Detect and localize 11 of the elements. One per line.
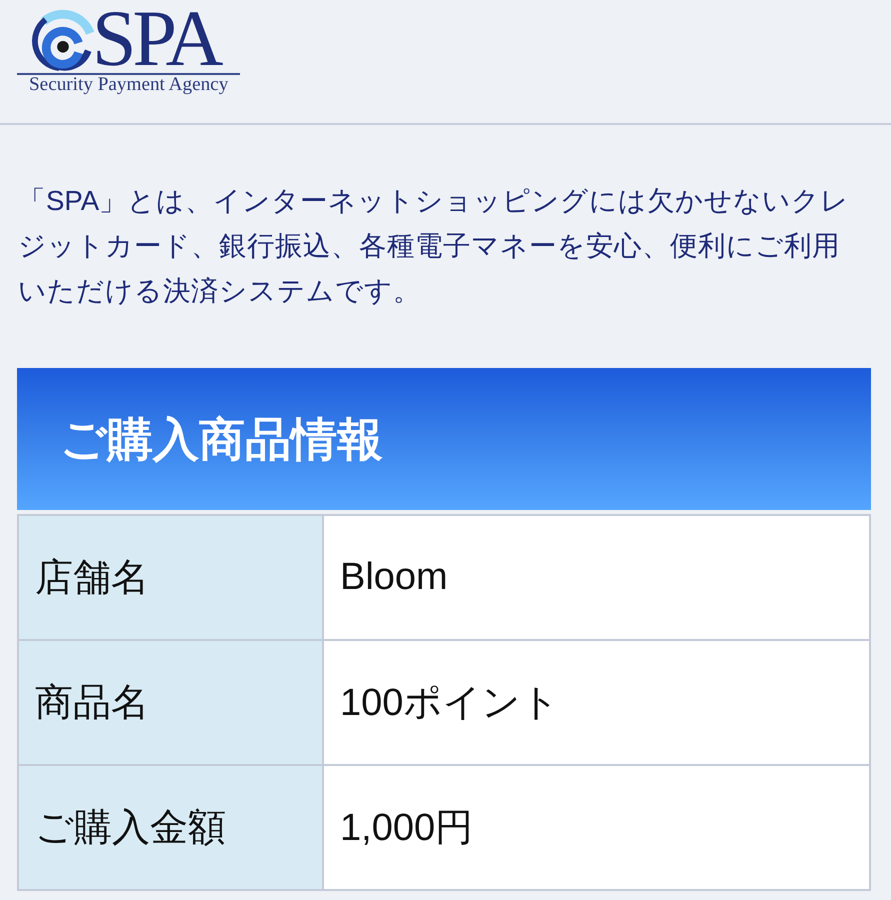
table-cell: 1,000円: [323, 765, 870, 890]
brand-name: SPA: [92, 6, 220, 72]
logo-tagline: Security Payment Agency: [29, 75, 230, 95]
logo-eye-icon: [30, 8, 94, 72]
table-cell: Bloom: [323, 515, 870, 640]
table-header-cell: 商品名: [18, 640, 323, 765]
table-header-cell: 店舗名: [18, 515, 323, 640]
table-header-cell: ご購入金額: [18, 765, 323, 890]
intro-paragraph: 「SPA」とは、インターネットショッピングには欠かせないクレジットカード、銀行振込、各種電子マネーを安心、便利にご利用いただける決済システムです。: [18, 184, 850, 308]
table-cell: 100ポイント: [323, 640, 870, 765]
section-title: ご購入商品情報: [60, 413, 383, 465]
